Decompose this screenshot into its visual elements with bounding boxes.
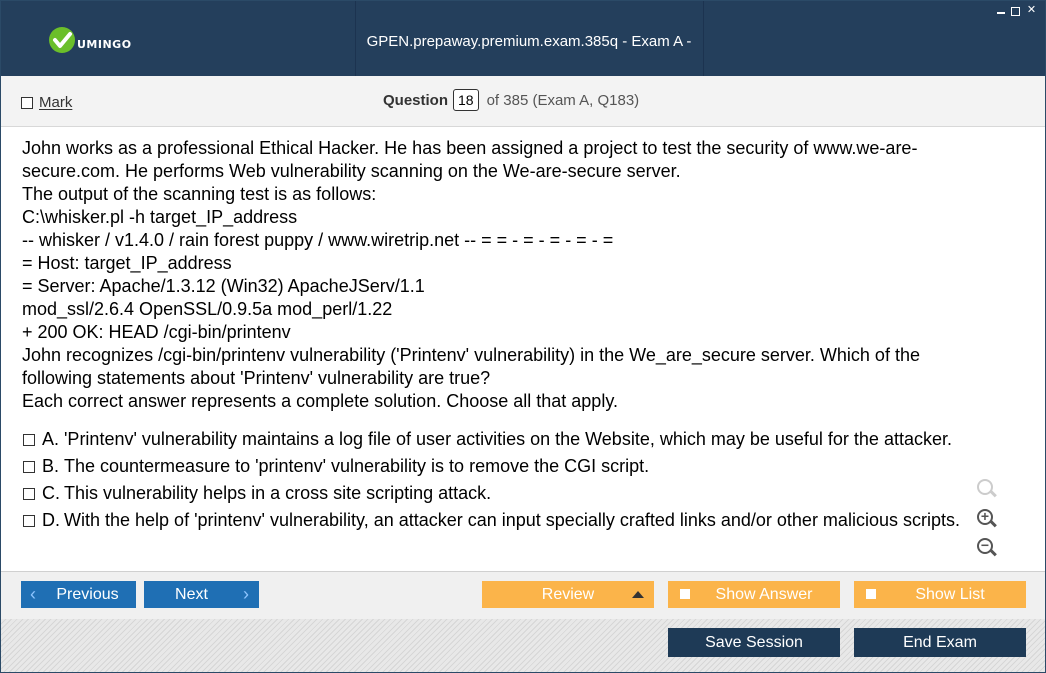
- question-header: Mark Question 18 of 385 (Exam A, Q183): [1, 76, 1045, 127]
- question-line: C:\whisker.pl -h target_IP_address: [22, 207, 298, 227]
- window-title: GPEN.prepaway.premium.exam.385q - Exam A…: [366, 33, 692, 132]
- show-list-label: Show List: [915, 586, 985, 603]
- question-label: Question: [383, 91, 449, 109]
- question-line: = Server: Apache/1.3.12 (Win32) ApacheJS…: [22, 276, 425, 296]
- previous-button[interactable]: ‹ Previous: [21, 581, 136, 608]
- vumingo-logo: UMINGO: [49, 27, 139, 57]
- zoom-in-icon[interactable]: +: [975, 507, 997, 529]
- save-session-button[interactable]: Save Session: [668, 628, 840, 657]
- question-count-text: of 385 (Exam A, Q183): [486, 91, 640, 109]
- next-label: Next: [175, 586, 208, 603]
- answer-option-d[interactable]: D. With the help of 'printenv' vulnerabi…: [22, 509, 1002, 532]
- show-list-button[interactable]: Show List: [854, 581, 1026, 608]
- chevron-left-icon: ‹: [30, 584, 36, 604]
- answer-text: 'Printenv' vulnerability maintains a log…: [64, 429, 952, 449]
- answer-option-c[interactable]: C. This vulnerability helps in a cross s…: [22, 482, 1002, 505]
- question-text: John works as a professional Ethical Hac…: [22, 137, 992, 413]
- review-button[interactable]: Review: [482, 581, 654, 608]
- footer-bar: Save Session End Exam: [1, 619, 1045, 672]
- answer-option-b[interactable]: B. The countermeasure to 'printenv' vuln…: [22, 455, 1002, 478]
- mark-checkbox[interactable]: Mark: [21, 94, 72, 111]
- question-line: = Host: target_IP_address: [22, 253, 232, 273]
- answer-checkbox[interactable]: [23, 515, 35, 527]
- caret-up-icon: [632, 591, 644, 598]
- question-line: John works as a professional Ethical Hac…: [22, 138, 918, 181]
- answer-checkbox[interactable]: [23, 488, 35, 500]
- title-bar: UMINGO GPEN.prepaway.premium.exam.385q -…: [1, 1, 1045, 132]
- previous-label: Previous: [56, 586, 119, 603]
- answer-letter: A.: [42, 429, 60, 449]
- title-divider: [703, 1, 704, 76]
- window-controls: ✕: [997, 5, 1037, 16]
- question-body: John works as a professional Ethical Hac…: [1, 127, 1027, 571]
- question-line: mod_ssl/2.6.4 OpenSSL/0.9.5a mod_perl/1.…: [22, 299, 393, 319]
- question-line: -- whisker / v1.4.0 / rain forest puppy …: [22, 230, 614, 250]
- answer-list: A. 'Printenv' vulnerability maintains a …: [22, 428, 1002, 536]
- mark-checkbox-box[interactable]: [21, 96, 33, 109]
- show-answer-label: Show Answer: [715, 586, 813, 603]
- question-line: + 200 OK: HEAD /cgi-bin/printenv: [22, 322, 291, 342]
- zoom-out-icon[interactable]: −: [975, 536, 997, 558]
- answer-option-a[interactable]: A. 'Printenv' vulnerability maintains a …: [22, 428, 1002, 451]
- maximize-button[interactable]: [1011, 7, 1020, 16]
- question-line: The output of the scanning test is as fo…: [22, 184, 377, 204]
- answer-checkbox[interactable]: [23, 461, 35, 473]
- answer-text: The countermeasure to 'printenv' vulnera…: [64, 456, 650, 476]
- review-label: Review: [541, 586, 595, 603]
- show-answer-checkbox[interactable]: [680, 589, 690, 599]
- check-logo-icon: [49, 27, 75, 53]
- question-navigator: Question 18 of 385 (Exam A, Q183): [383, 89, 639, 111]
- ete-player-window: UMINGO GPEN.prepaway.premium.exam.385q -…: [0, 0, 1046, 673]
- search-icon[interactable]: [975, 477, 997, 499]
- show-answer-button[interactable]: Show Answer: [668, 581, 840, 608]
- chevron-right-icon: ›: [243, 584, 249, 604]
- question-line: Each correct answer represents a complet…: [22, 391, 618, 411]
- minimize-button[interactable]: [997, 5, 1005, 14]
- answer-letter: C.: [42, 483, 60, 503]
- answer-letter: D.: [42, 510, 60, 530]
- answer-text: With the help of 'printenv' vulnerabilit…: [64, 510, 960, 530]
- show-list-checkbox[interactable]: [866, 589, 876, 599]
- answer-text: This vulnerability helps in a cross site…: [64, 483, 492, 503]
- end-exam-button[interactable]: End Exam: [854, 628, 1026, 657]
- question-line: John recognizes /cgi-bin/printenv vulner…: [22, 345, 925, 388]
- question-scrollbar[interactable]: [1027, 127, 1045, 571]
- answer-letter: B.: [42, 456, 60, 476]
- logo-text: UMINGO: [77, 38, 132, 51]
- next-button[interactable]: Next ›: [144, 581, 259, 608]
- question-number-input[interactable]: 18: [453, 89, 479, 111]
- answer-checkbox[interactable]: [23, 434, 35, 446]
- mark-label: Mark: [39, 94, 73, 111]
- close-button[interactable]: ✕: [1026, 5, 1037, 16]
- navigation-toolbar: ‹ Previous Next › Review Show Answer Sho…: [1, 571, 1045, 620]
